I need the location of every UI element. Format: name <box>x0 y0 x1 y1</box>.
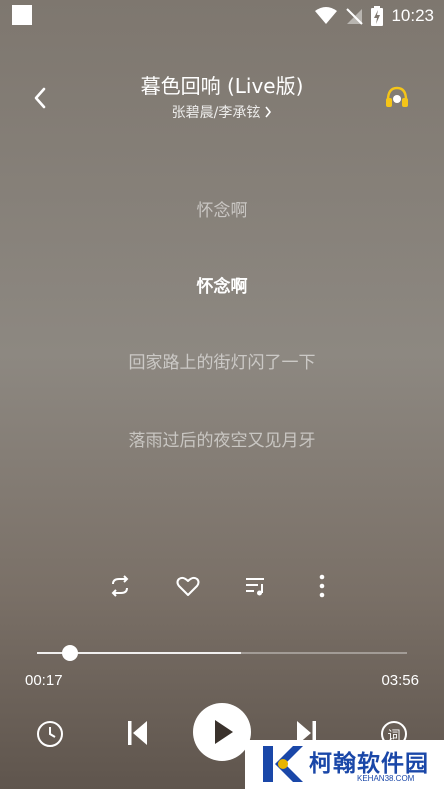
clock-time: 10:23 <box>391 6 434 25</box>
skip-previous-icon <box>128 721 147 745</box>
lyric-line: 落雨过后的夜空又见月牙 <box>128 431 316 451</box>
seek-bar-thumb[interactable] <box>61 645 78 661</box>
favorite-button[interactable] <box>168 566 208 606</box>
lyric-line-current: 怀念啊 <box>196 277 248 297</box>
watermark-brand: 柯翰软件园 <box>309 751 429 777</box>
kehan-logo-icon <box>263 746 303 782</box>
site-watermark: 柯翰软件园 KEHAN38.COM <box>245 740 444 789</box>
headphone-icon <box>386 86 408 107</box>
play-button[interactable] <box>193 703 251 761</box>
status-icons: 10:23 <box>315 5 434 27</box>
player-header: 暮色回响 (Live版) 张碧晨/李承铉 <box>0 64 444 128</box>
artist-name: 张碧晨/李承铉 <box>171 105 261 121</box>
play-icon <box>215 720 233 744</box>
watermark-domain: KEHAN38.COM <box>357 774 415 783</box>
sleep-timer-button[interactable] <box>34 718 66 750</box>
battery-charging-icon <box>371 6 384 26</box>
clock-icon <box>37 721 63 747</box>
song-title: 暮色回响 (Live版) <box>140 74 304 98</box>
seek-bar[interactable] <box>37 645 407 661</box>
loop-mode-button[interactable] <box>100 566 140 606</box>
wifi-icon <box>315 7 338 24</box>
artist-link[interactable]: 张碧晨/李承铉 <box>0 102 444 122</box>
playlist-icon <box>246 578 264 596</box>
repeat-icon <box>111 575 129 597</box>
elapsed-time: 00:17 <box>25 672 63 689</box>
playlist-button[interactable] <box>236 566 276 606</box>
headphone-effect-button[interactable] <box>384 84 410 110</box>
no-signal-icon <box>346 8 364 25</box>
chevron-right-icon <box>265 106 272 118</box>
total-duration: 03:56 <box>381 672 419 689</box>
lyric-line: 怀念啊 <box>196 201 248 221</box>
lyric-line: 回家路上的街灯闪了一下 <box>128 353 316 373</box>
heart-icon <box>176 576 200 596</box>
more-options-button[interactable] <box>302 566 342 606</box>
previous-track-button[interactable] <box>122 716 152 750</box>
status-bar: 10:23 <box>0 0 444 32</box>
more-vertical-icon <box>319 574 325 598</box>
notification-square-icon <box>12 5 32 25</box>
action-row <box>0 566 444 606</box>
